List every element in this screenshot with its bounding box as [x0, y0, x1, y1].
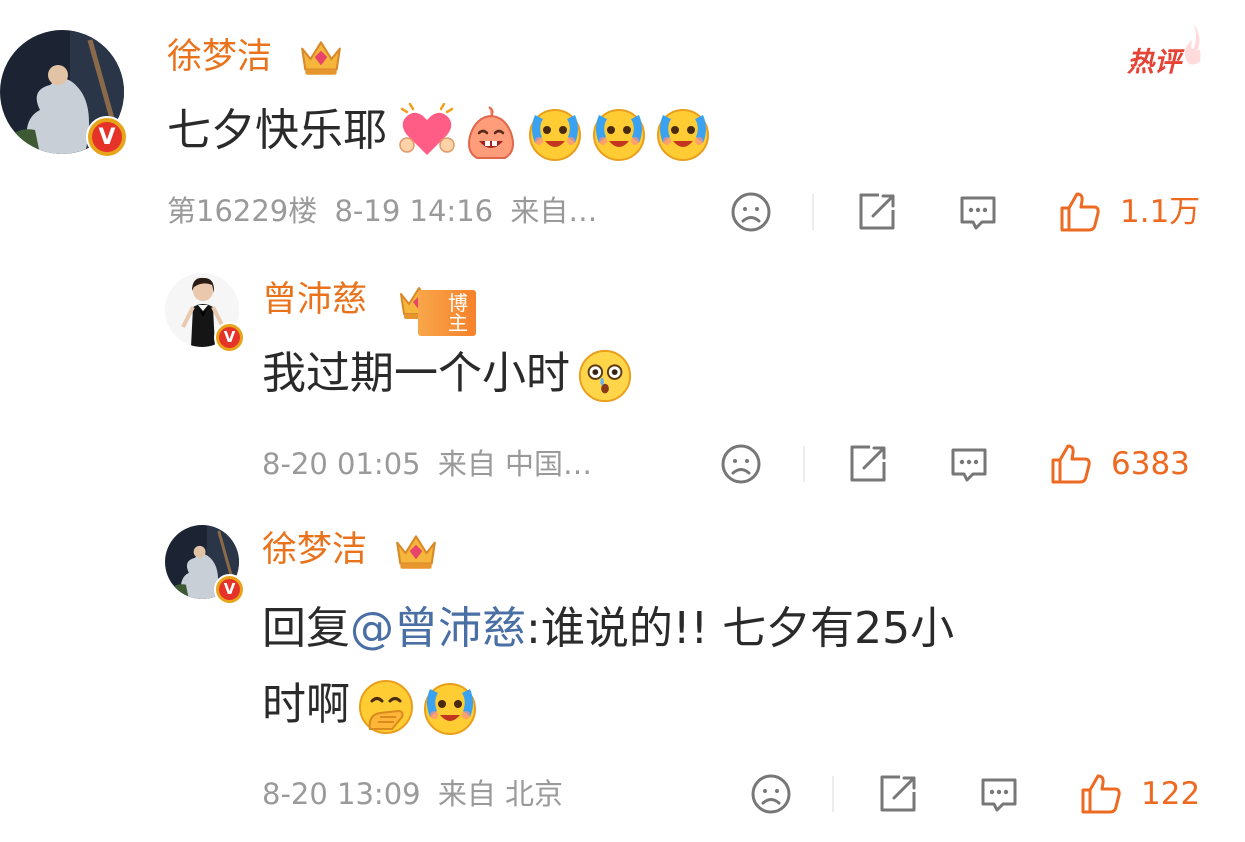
comment-author[interactable]: 徐梦洁 [167, 40, 272, 75]
divider [803, 446, 805, 482]
comment-author[interactable]: 曾沛慈 [262, 283, 367, 318]
like-count: 122 [1141, 775, 1201, 812]
comment-line-1: 回复@曾沛慈:谁说的!! 七夕有25小 [262, 597, 1222, 661]
hot-comment-label: 热评 [1127, 47, 1181, 78]
crying-laugh-emoji-icon [589, 103, 649, 163]
blogger-tag: 博主 [418, 290, 476, 336]
dislike-icon[interactable] [729, 190, 773, 234]
smiling-blob-emoji-icon [461, 103, 521, 163]
like-count: 1.1万 [1120, 193, 1201, 230]
like-button[interactable]: 1.1万 [1058, 190, 1200, 234]
share-icon[interactable] [846, 442, 890, 486]
like-count: 6383 [1111, 445, 1190, 482]
comment-text-body: 七夕快乐耶 [167, 105, 387, 156]
comment-icon[interactable] [977, 772, 1021, 816]
verified-badge-icon: V [214, 574, 245, 605]
comment-icon[interactable] [947, 442, 991, 486]
shocked-emoji-icon [576, 347, 634, 405]
dislike-icon[interactable] [719, 442, 763, 486]
verified-badge-icon: V [86, 116, 128, 158]
like-button[interactable]: 6383 [1049, 442, 1190, 486]
timestamp: 8-19 14:16 [334, 194, 494, 228]
reply-prefix: 回复 [262, 603, 350, 654]
comment-text: 我过期一个小时 [262, 343, 634, 405]
source: 来自… [510, 194, 598, 228]
thumbs-up-icon [1058, 190, 1102, 234]
comment-icon[interactable] [956, 190, 1000, 234]
dislike-icon[interactable] [749, 772, 793, 816]
mention-link[interactable]: @曾沛慈 [350, 603, 526, 654]
comment-text-body: 我过期一个小时 [262, 348, 570, 399]
timestamp: 8-20 01:05 [262, 447, 421, 481]
comment-text-body: :谁说的!! 七夕有25小 [526, 603, 955, 654]
thumbs-up-icon [1079, 772, 1123, 816]
crown-badge-icon [298, 36, 344, 78]
divider [812, 194, 814, 230]
crying-laugh-emoji-icon [420, 677, 480, 737]
comment-text-body: 时啊 [262, 679, 350, 730]
crying-laugh-emoji-icon [525, 103, 585, 163]
verified-badge-icon: V [214, 322, 245, 353]
crown-badge-icon [393, 530, 439, 572]
source: 来自 北京 [437, 777, 564, 811]
floor-number: 第16229楼 [167, 194, 318, 228]
share-icon[interactable] [855, 190, 899, 234]
comment-text: 七夕快乐耶 [167, 100, 713, 163]
comment-author[interactable]: 徐梦洁 [262, 533, 367, 568]
divider [832, 776, 834, 812]
crying-laugh-emoji-icon [653, 103, 713, 163]
flame-icon [1184, 24, 1201, 65]
comment-line-2: 时啊 [262, 673, 1222, 737]
like-button[interactable]: 122 [1079, 772, 1200, 816]
hand-over-mouth-emoji-icon [356, 677, 416, 737]
comment-meta: 8-20 13:09 来自 北京 [262, 780, 563, 809]
comment-meta: 8-20 01:05 来自 中国… [262, 450, 592, 479]
source: 来自 中国… [437, 447, 593, 481]
thumbs-up-icon [1049, 442, 1093, 486]
heart-hands-emoji-icon [397, 103, 457, 163]
timestamp: 8-20 13:09 [262, 777, 421, 811]
share-icon[interactable] [876, 772, 920, 816]
comment-meta: 第16229楼 8-19 14:16 来自… [167, 197, 597, 226]
comment-text: 回复@曾沛慈:谁说的!! 七夕有25小 时啊 [262, 597, 1222, 737]
hot-comment-badge: 热评 [1127, 40, 1181, 79]
